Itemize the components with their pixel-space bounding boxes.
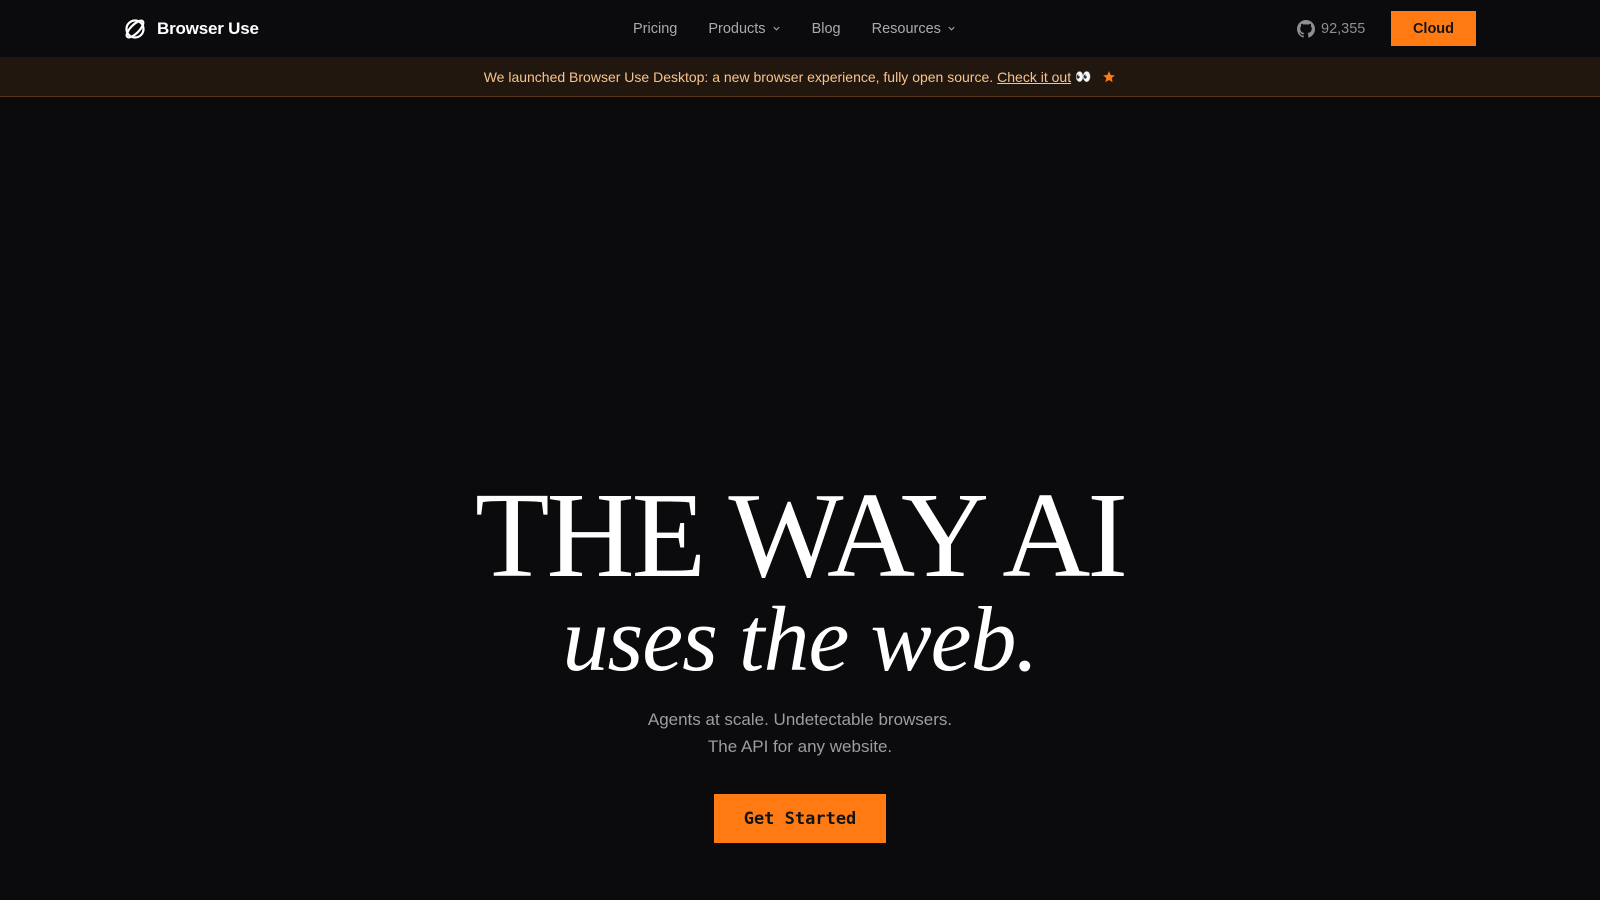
nav-link-pricing[interactable]: Pricing bbox=[633, 21, 677, 37]
browser-use-logo-icon bbox=[125, 19, 145, 39]
hero-heading-line2: uses the web. bbox=[562, 588, 1038, 690]
star-icon bbox=[1103, 70, 1116, 82]
hero-heading: THE WAY AI uses the web. bbox=[0, 468, 1600, 690]
hero-subtitle-line2: The API for any website. bbox=[707, 737, 893, 756]
cloud-button[interactable]: Cloud bbox=[1391, 11, 1476, 46]
github-icon bbox=[1297, 20, 1315, 38]
hero-heading-line1: THE WAY AI bbox=[474, 468, 1128, 603]
nav-link-label: Resources bbox=[871, 20, 941, 37]
nav-link-blog[interactable]: Blog bbox=[812, 21, 841, 37]
github-stars-link[interactable]: 92,355 bbox=[1297, 19, 1365, 39]
chevron-down-icon bbox=[772, 26, 780, 31]
hero-subtitle-line1: Agents at scale. Undetectable browsers. bbox=[647, 710, 953, 729]
nav-link-label: Products bbox=[708, 20, 766, 37]
get-started-button[interactable]: Get Started bbox=[714, 794, 886, 843]
nav-link-resources[interactable]: Resources bbox=[872, 21, 956, 37]
chevron-down-icon bbox=[948, 26, 955, 31]
main-nav: Pricing Products Blog Resources bbox=[633, 0, 956, 57]
hero-subtitle: Agents at scale. Undetectable browsers. … bbox=[0, 706, 1600, 760]
announcement-banner: We launched Browser Use Desktop: a new b… bbox=[0, 57, 1600, 97]
top-nav: Browser Use Pricing Products Blog Resour… bbox=[0, 0, 1600, 57]
nav-link-label: Pricing bbox=[633, 20, 678, 37]
check-it-out-link[interactable]: Check it out bbox=[997, 69, 1071, 85]
nav-link-products[interactable]: Products bbox=[708, 21, 780, 37]
banner-text: We launched Browser Use Desktop: a new b… bbox=[483, 68, 994, 85]
github-star-count: 92,355 bbox=[1321, 21, 1366, 37]
eyes-emoji: 👀 bbox=[1075, 68, 1092, 84]
nav-link-label: Blog bbox=[811, 20, 841, 37]
brand-logo[interactable]: Browser Use bbox=[123, 16, 259, 42]
brand-name: Browser Use bbox=[157, 19, 259, 38]
